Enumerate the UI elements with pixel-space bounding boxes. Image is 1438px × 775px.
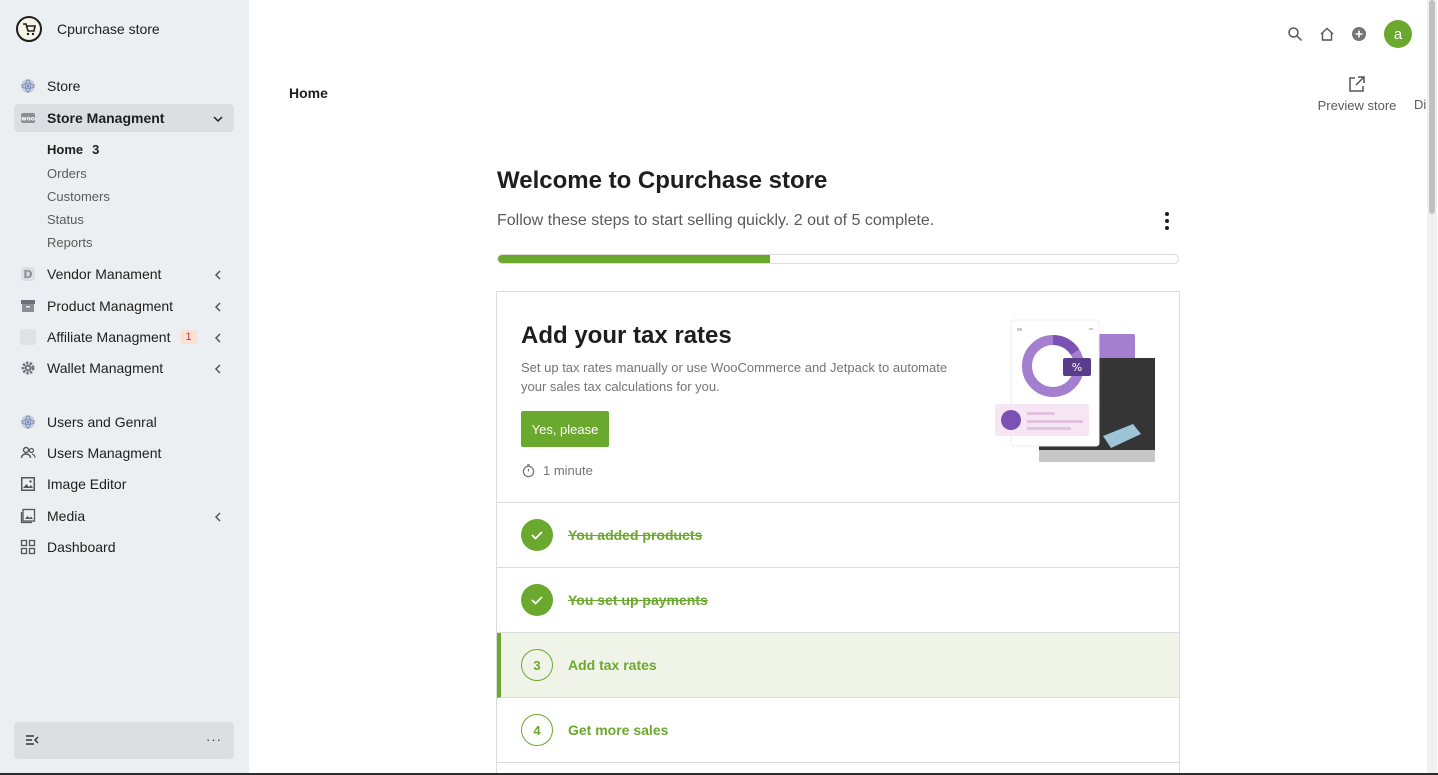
setup-subtitle: Follow these steps to start selling quic… [497, 212, 935, 229]
archive-icon [20, 298, 36, 314]
sidebar-item-label: Wallet Managment [47, 360, 164, 376]
chevron-down-icon [212, 112, 224, 124]
preview-store-label: Preview store [1317, 98, 1397, 113]
sidebar-item-label: Affiliate Managment [47, 329, 171, 345]
submenu-home[interactable]: Home 3 [47, 142, 99, 157]
task-row[interactable]: You set up payments [497, 568, 1179, 633]
sidebar-item-label: Dashboard [47, 539, 116, 555]
woo-icon: woo [20, 110, 36, 126]
hero-title: Add your tax rates [521, 322, 732, 349]
sidebar-item-label: Image Editor [47, 476, 127, 492]
sidebar-item-label: Users and Genral [47, 414, 157, 430]
sidebar-item-users-management[interactable]: Users Managment [14, 439, 234, 467]
task-label: Get more sales [568, 722, 669, 738]
scrollbar[interactable] [1427, 0, 1437, 775]
chevron-left-icon [212, 510, 224, 522]
app-root: Cpurchase store Store woo Store Managmen… [0, 0, 1438, 775]
submenu-customers[interactable]: Customers [47, 189, 110, 204]
top-toolbar: a [1272, 20, 1412, 48]
submenu-home-label: Home [47, 142, 84, 157]
svg-text:D: D [23, 268, 32, 281]
preview-store-button[interactable]: Preview store [1316, 74, 1398, 113]
task-list-card: Add your tax rates Set up tax rates manu… [496, 291, 1180, 775]
search-icon[interactable] [1286, 25, 1304, 43]
sidebar-item-label: Media [47, 508, 86, 524]
grid-icon [20, 539, 36, 555]
percent-badge: % [1072, 361, 1082, 374]
sidebar-item-product[interactable]: Product Managment [14, 292, 234, 320]
brand-logo [16, 16, 42, 42]
d-letter-icon: D [20, 266, 36, 282]
setup-progress-fill [498, 255, 770, 263]
users-icon [20, 445, 36, 461]
task-label: You added products [568, 527, 703, 543]
hero-time-label: 1 minute [543, 463, 593, 478]
sidebar-item-label: Store Managment [47, 110, 165, 126]
add-circle-icon[interactable] [1350, 25, 1368, 43]
sidebar-item-users-general[interactable]: Users and Genral [14, 408, 234, 436]
sidebar-item-label: Vendor Manament [47, 266, 162, 282]
task-number: 4 [521, 714, 553, 746]
hero-time-estimate: 1 minute [521, 463, 593, 478]
sidebar-item-affiliate[interactable]: Affiliate Managment 1 [14, 323, 234, 351]
sidebar-item-label: Users Managment [47, 445, 162, 461]
gear-icon [20, 360, 36, 376]
svg-text:woo: woo [21, 116, 35, 123]
sidebar-item-media[interactable]: Media [14, 502, 234, 530]
submenu-status[interactable]: Status [47, 212, 84, 227]
sidebar-item-wallet[interactable]: Wallet Managment [14, 354, 234, 382]
task-row-active[interactable]: 3 Add tax rates [497, 633, 1179, 698]
react-atom-icon [20, 78, 36, 94]
task-row[interactable]: You added products [497, 503, 1179, 568]
sidebar-item-label: Store [47, 78, 81, 94]
chevron-left-icon [212, 268, 224, 280]
submenu-reports[interactable]: Reports [47, 235, 93, 250]
check-icon [521, 519, 553, 551]
blank-icon [20, 329, 36, 345]
setup-progress-bar [497, 254, 1179, 264]
brand[interactable]: Cpurchase store [16, 16, 160, 42]
media-icon [20, 508, 36, 524]
submenu-orders[interactable]: Orders [47, 166, 87, 181]
home-icon[interactable] [1318, 25, 1336, 43]
task-number: 3 [521, 649, 553, 681]
chevron-left-icon [212, 300, 224, 312]
scrollbar-thumb[interactable] [1429, 0, 1435, 214]
task-label: You set up payments [568, 592, 708, 608]
sidebar-item-label: Product Managment [47, 298, 174, 314]
check-icon [521, 584, 553, 616]
yes-please-button[interactable]: Yes, please [521, 411, 609, 447]
tax-illustration: % [995, 319, 1155, 462]
more-options-icon[interactable]: ··· [206, 732, 222, 747]
image-icon [20, 476, 36, 492]
react-atom-icon [20, 414, 36, 430]
page-title: Home [289, 85, 328, 101]
task-label: Add tax rates [568, 657, 657, 673]
sidebar-item-dashboard[interactable]: Dashboard [14, 533, 234, 561]
setup-title: Welcome to Cpurchase store [497, 167, 828, 194]
chevron-left-icon [212, 362, 224, 374]
kebab-menu-icon[interactable] [1158, 211, 1176, 231]
sidebar-item-image-editor[interactable]: Image Editor [14, 470, 234, 498]
home-count: 3 [92, 142, 100, 157]
chevron-left-icon [212, 331, 224, 343]
timer-icon [522, 464, 535, 478]
sidebar-item-store[interactable]: Store [14, 72, 234, 100]
brand-name: Cpurchase store [57, 21, 160, 37]
active-task-hero: Add your tax rates Set up tax rates manu… [497, 292, 1179, 503]
affiliate-badge: 1 [180, 330, 197, 344]
hero-description: Set up tax rates manually or use WooComm… [521, 360, 948, 394]
truncated-header-item[interactable]: Di [1414, 97, 1426, 112]
external-link-icon [1349, 76, 1365, 92]
sidebar-footer: ··· [14, 722, 234, 759]
user-avatar[interactable]: a [1384, 20, 1412, 48]
task-row[interactable]: 4 Get more sales [497, 698, 1179, 763]
collapse-sidebar-icon[interactable] [25, 733, 39, 747]
sidebar: Cpurchase store Store woo Store Managmen… [0, 0, 249, 775]
sidebar-item-store-management[interactable]: woo Store Managment [14, 104, 234, 132]
sidebar-item-vendor[interactable]: D Vendor Manament [14, 260, 234, 288]
